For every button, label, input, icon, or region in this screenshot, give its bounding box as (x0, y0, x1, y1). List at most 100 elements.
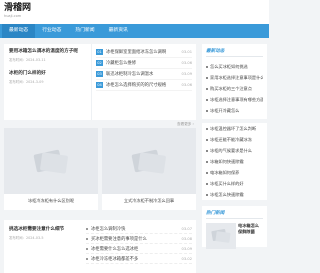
sidebar-item[interactable]: 冰柜温控器坏了怎么判断 (206, 123, 263, 134)
sidebar-item-label[interactable]: 冰柜温控器坏了怎么判断 (210, 123, 256, 134)
sidebar-item-label[interactable]: 怎么买冰柜如何挑选 (210, 61, 248, 72)
rank-badge: 02 (96, 60, 103, 66)
bullet-icon (206, 76, 208, 79)
bullet-icon (206, 138, 208, 141)
sidebar-item-label[interactable]: 冰箱如何快速除霜 (210, 156, 244, 167)
featured-meta: 发布时间：2024-3-09 (9, 80, 44, 84)
card-caption[interactable]: 立式冷冻柜不制冷怎么回事 (124, 194, 174, 208)
list-item[interactable]: 冰柜需要什么怎么选冰柜 03-09 (86, 244, 192, 254)
sidebar-item[interactable]: 购买冰柜的三个注意点 (206, 83, 263, 94)
sidebar-item[interactable]: 冰柜怎么快速除霜 (206, 189, 263, 200)
list-item[interactable]: 冰柜冷冻柜冰箱都差不多 03-02 (86, 254, 192, 264)
site-header: 滑稽网 huaji.com (0, 0, 269, 24)
list-item-date: 03-09 (181, 246, 192, 251)
image-placeholder[interactable] (206, 223, 236, 249)
sidebar-item[interactable]: 冰柜还能不能冷藏冰冻 (206, 134, 263, 145)
sidebar-news: 最新动态 怎么买冰柜如何挑选 家用冰柜选择注意事项是什么 购买冰柜的三个注意点 … (202, 44, 267, 119)
sidebar-item[interactable]: 冰柜开冷藏怎么 (206, 105, 263, 116)
image-placeholder[interactable] (4, 128, 98, 194)
list-item-title[interactable]: 冰柜冷冻柜冰箱都差不多 (91, 256, 182, 262)
bottom-list: 冰柜怎么调制冷快 03-07 买冰柜需要注意的事项是什么 03-08 冰柜需要什… (82, 220, 196, 273)
top-block: 要用冰箱怎么调冰的温度的方子呢 发布时间：2024-03-11 冰柜的门么样的好… (4, 44, 196, 120)
sidebar-item[interactable]: 冰柜选择注意事项有哪些方面 (206, 94, 263, 105)
image-card[interactable]: 立式冷冻柜不制冷怎么回事 (102, 128, 196, 210)
sidebar-item-label[interactable]: 冰柜开冷藏怎么 (210, 105, 239, 116)
card-caption[interactable]: 冰柜冷冻柜有什么区别呢 (28, 194, 74, 208)
list-item-title[interactable]: 冰柜需要什么怎么选冰柜 (91, 246, 182, 252)
sidebar-item[interactable]: 冰箱如何快速除霜 (206, 156, 263, 167)
list-item-date: 03-07 (181, 226, 192, 231)
sidebar-item[interactable]: 冰柜买什么样的好 (206, 178, 263, 189)
list-item-date: 03-09 (181, 72, 192, 76)
sidebar-item-label[interactable]: 家用冰柜选择注意事项是什么 (210, 72, 263, 83)
featured-title[interactable]: 挑选冰柜需要注意什么细节 (9, 226, 77, 233)
featured-title[interactable]: 冰柜的门么样的好 (9, 70, 86, 77)
hot-item[interactable]: 电冰箱怎么保鲜除菌 (206, 223, 263, 249)
list-item-title[interactable]: 冰柜保鲜室里面给冰冻怎么调啊 (106, 49, 182, 55)
bottom-block: 挑选冰柜需要注意什么细节 发布时间：2024-03-5 冰柜怎么调制冷快 03-… (4, 220, 196, 273)
list-item-date: 03-06 (181, 61, 192, 65)
featured-title[interactable]: 要用冰箱怎么调冰的温度的方子呢 (9, 48, 86, 55)
rank-badge: 04 (96, 82, 103, 88)
bullet-icon (206, 127, 208, 130)
bullet-icon (86, 227, 88, 230)
bullet-icon (206, 149, 208, 152)
nav-item-news[interactable]: 最新资讯 (102, 24, 135, 38)
nav-item-hot[interactable]: 热门新闻 (68, 24, 101, 38)
sidebar-item-label[interactable]: 冰柜怎么快速除霜 (210, 189, 244, 200)
sidebar-item[interactable]: 电冰箱如何保养 (206, 167, 263, 178)
bullet-icon (206, 160, 208, 163)
featured-meta: 发布时间：2024-03-11 (9, 58, 46, 62)
featured-list: 要用冰箱怎么调冰的温度的方子呢 发布时间：2024-03-11 冰柜的门么样的好… (4, 44, 92, 120)
list-item[interactable]: 02 冷藏柜怎么维修 03-06 (96, 58, 192, 69)
rank-badge: 01 (96, 49, 103, 55)
site-domain: huaji.com (4, 14, 22, 18)
page: 滑稽网 huaji.com 最新动态 行业动态 热门新闻 最新资讯 要用冰箱怎么… (0, 0, 269, 273)
bullet-icon (206, 98, 208, 101)
image-card[interactable]: 冰柜冷冻柜有什么区别呢 (4, 128, 98, 210)
nav-item-latest[interactable]: 最新动态 (2, 24, 36, 38)
list-item-title[interactable]: 联迅冰柜制冷怎么调温水 (106, 71, 182, 77)
sidebar-item-label[interactable]: 购买冰柜的三个注意点 (210, 83, 252, 94)
image-icon (211, 229, 231, 243)
list-item[interactable]: 买冰柜需要注意的事项是什么 03-08 (86, 234, 192, 244)
nav-item-industry[interactable]: 行业动态 (35, 24, 68, 38)
image-placeholder[interactable] (102, 128, 196, 194)
list-item-title[interactable]: 冰柜怎么调制冷快 (91, 226, 182, 232)
sidebar-item[interactable]: 冰柜的气候要求是什么 (206, 145, 263, 156)
rank-badge: 03 (96, 71, 103, 77)
sidebar-item-label[interactable]: 冰柜选择注意事项有哪些方面 (210, 94, 263, 105)
list-item-title[interactable]: 冰柜怎么选择购买的的尺寸规格 (106, 82, 182, 88)
bullet-icon (86, 237, 88, 240)
list-item[interactable]: 03 联迅冰柜制冷怎么调温水 03-09 (96, 69, 192, 80)
main-nav: 最新动态 行业动态 热门新闻 最新资讯 (0, 24, 269, 38)
sidebar-hot: 热门新闻 电冰箱怎么保鲜除菌 (202, 206, 267, 249)
featured-item[interactable]: 要用冰箱怎么调冰的温度的方子呢 发布时间：2024-03-11 (9, 48, 86, 63)
sidebar-item[interactable]: 家用冰柜选择注意事项是什么 (206, 72, 263, 83)
more-link[interactable]: 查看更多 › (4, 120, 196, 128)
bullet-icon (86, 257, 88, 260)
sidebar-item-label[interactable]: 电冰箱如何保养 (210, 167, 239, 178)
featured-meta: 发布时间：2024-03-5 (9, 236, 44, 240)
list-item[interactable]: 01 冰柜保鲜室里面给冰冻怎么调啊 03-01 (96, 47, 192, 58)
bullet-icon (206, 109, 208, 112)
hot-item-title[interactable]: 电冰箱怎么保鲜除菌 (238, 223, 263, 249)
featured-item[interactable]: 冰柜的门么样的好 发布时间：2024-3-09 (9, 70, 86, 85)
featured-item[interactable]: 挑选冰柜需要注意什么细节 发布时间：2024-03-5 (4, 220, 82, 273)
list-item-title[interactable]: 冷藏柜怎么维修 (106, 60, 182, 66)
list-item[interactable]: 冰柜怎么调制冷快 03-07 (86, 224, 192, 234)
sidebar-title: 热门新闻 (206, 209, 263, 219)
sidebar-item-label[interactable]: 冰柜的气候要求是什么 (210, 145, 252, 156)
list-item[interactable]: 04 冰柜怎么选择购买的的尺寸规格 03-06 (96, 80, 192, 91)
top-list: 01 冰柜保鲜室里面给冰冻怎么调啊 03-01 02 冷藏柜怎么维修 03-06… (92, 44, 196, 120)
sidebar-title: 最新动态 (206, 47, 263, 57)
list-item-title[interactable]: 买冰柜需要注意的事项是什么 (91, 236, 182, 242)
image-cards: 冰柜冷冻柜有什么区别呢 立式冷冻柜不制冷怎么回事 (4, 128, 196, 210)
sidebar-item-label[interactable]: 冰柜买什么样的好 (210, 178, 244, 189)
sidebar-item[interactable]: 怎么买冰柜如何挑选 (206, 61, 263, 72)
bullet-icon (206, 87, 208, 90)
sidebar: 最新动态 怎么买冰柜如何挑选 家用冰柜选择注意事项是什么 购买冰柜的三个注意点 … (202, 44, 267, 249)
bullet-icon (206, 171, 208, 174)
site-logo[interactable]: 滑稽网 (4, 2, 265, 14)
sidebar-item-label[interactable]: 冰柜还能不能冷藏冰冻 (210, 134, 252, 145)
